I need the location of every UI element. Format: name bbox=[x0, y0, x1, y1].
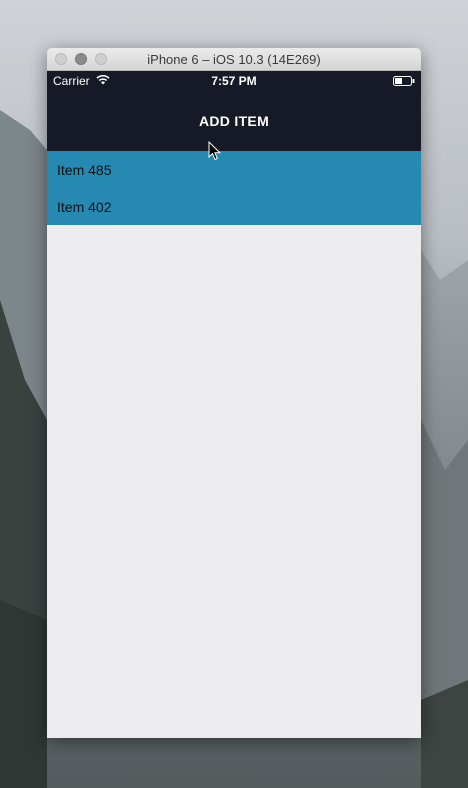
list-item-label: Item 485 bbox=[57, 161, 112, 178]
simulator-window: iPhone 6 – iOS 10.3 (14E269) Carrier 7:5… bbox=[47, 48, 421, 738]
list-item[interactable]: Item 485 bbox=[47, 151, 421, 188]
empty-content-area bbox=[47, 225, 421, 738]
battery-icon bbox=[393, 76, 415, 86]
list-item-label: Item 402 bbox=[57, 198, 112, 215]
navigation-bar: ADD ITEM bbox=[47, 91, 421, 151]
window-title: iPhone 6 – iOS 10.3 (14E269) bbox=[147, 52, 321, 67]
window-titlebar: iPhone 6 – iOS 10.3 (14E269) bbox=[47, 48, 421, 71]
add-item-button[interactable]: ADD ITEM bbox=[185, 107, 283, 135]
ios-status-bar: Carrier 7:57 PM bbox=[47, 71, 421, 91]
list-item[interactable]: Item 402 bbox=[47, 188, 421, 225]
status-time: 7:57 PM bbox=[211, 74, 257, 88]
item-list: Item 485 Item 402 bbox=[47, 151, 421, 225]
